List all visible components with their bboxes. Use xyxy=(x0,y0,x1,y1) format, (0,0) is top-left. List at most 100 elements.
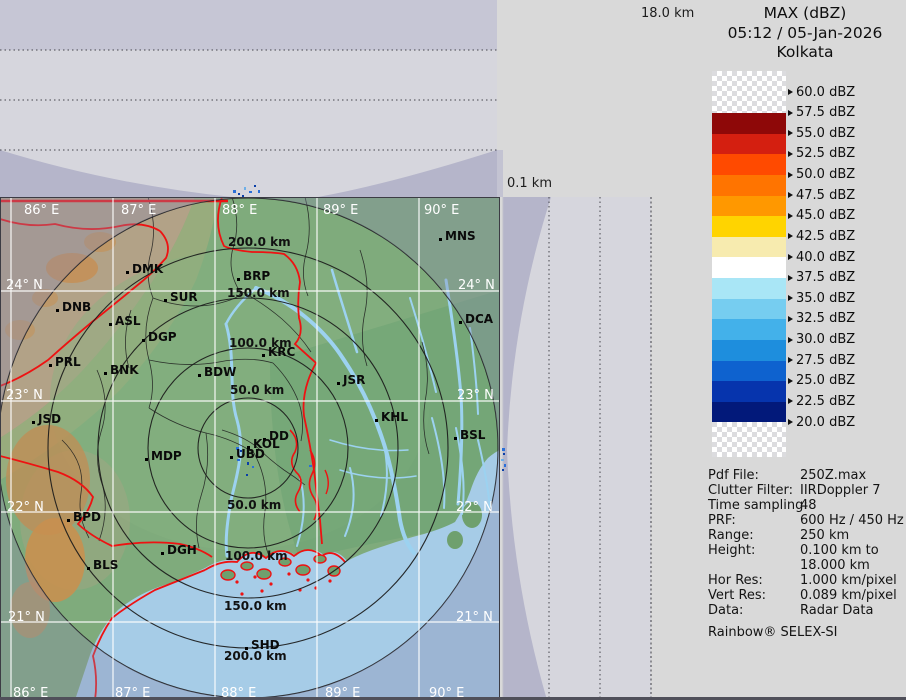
legend-label: 20.0 dBZ xyxy=(788,415,855,430)
legend-label-text: 45.0 dBZ xyxy=(796,208,855,223)
legend-color-block xyxy=(712,196,786,217)
legend-label-text: 30.0 dBZ xyxy=(796,332,855,347)
legend-color-block xyxy=(712,113,786,134)
legend-arrow-icon xyxy=(788,192,793,198)
legend-arrow-icon xyxy=(788,110,793,116)
metadata-value: 0.100 km to xyxy=(800,543,879,558)
legend-arrow-icon xyxy=(788,378,793,384)
software-brand: Rainbow® SELEX-SI xyxy=(708,625,904,640)
legend-label-text: 42.5 dBZ xyxy=(796,229,855,244)
legend-label-text: 40.0 dBZ xyxy=(796,250,855,265)
legend-label: 42.5 dBZ xyxy=(788,229,855,244)
metadata-row: Hor Res: 1.000 km/pixel xyxy=(708,573,904,588)
metadata-row: Height: 0.100 km to xyxy=(708,543,904,558)
legend-color-block xyxy=(712,361,786,382)
legend-label: 52.5 dBZ xyxy=(788,146,855,161)
legend-checker-bottom xyxy=(712,422,786,457)
legend-label: 47.5 dBZ xyxy=(788,188,855,203)
product-metadata: Pdf File: 250Z.max Clutter Filter: IIRDoppl… xyxy=(708,468,904,640)
radar-workstation-window: MNSDMKBRPSURDNBDCAASLDGPKRCPRLBNKBDWJSRK… xyxy=(0,0,906,700)
metadata-label: Pdf File: xyxy=(708,468,759,483)
legend-label: 32.5 dBZ xyxy=(788,311,855,326)
legend-color-block xyxy=(712,237,786,258)
legend-label: 60.0 dBZ xyxy=(788,85,855,100)
metadata-label: PRF: xyxy=(708,513,736,528)
legend-label: 57.5 dBZ xyxy=(788,105,855,120)
legend-arrow-icon xyxy=(788,357,793,363)
legend-arrow-icon xyxy=(788,398,793,404)
legend-arrow-icon xyxy=(788,254,793,260)
legend-arrow-icon xyxy=(788,213,793,219)
metadata-value: 0.089 km/pixel xyxy=(800,588,897,603)
legend-arrow-icon xyxy=(788,275,793,281)
product-datetime: 05:12 / 05-Jan-2026 xyxy=(700,24,906,44)
metadata-value: 250Z.max xyxy=(800,468,866,483)
legend-label: 35.0 dBZ xyxy=(788,291,855,306)
legend-label: 50.0 dBZ xyxy=(788,167,855,182)
legend-label: 45.0 dBZ xyxy=(788,208,855,223)
legend-arrow-icon xyxy=(788,89,793,95)
legend-label: 40.0 dBZ xyxy=(788,250,855,265)
legend-color-block xyxy=(712,381,786,402)
legend-color-block xyxy=(712,278,786,299)
metadata-label: Data: xyxy=(708,603,743,618)
legend-label-text: 32.5 dBZ xyxy=(796,311,855,326)
legend-color-scale xyxy=(712,71,786,457)
metadata-row: Clutter Filter: IIRDoppler 7 xyxy=(708,483,904,498)
legend-color-block xyxy=(712,216,786,237)
legend-label-text: 37.5 dBZ xyxy=(796,270,855,285)
map-canvas[interactable] xyxy=(0,197,500,700)
legend-color-block xyxy=(712,154,786,175)
metadata-row: Pdf File: 250Z.max xyxy=(708,468,904,483)
legend-label-text: 22.5 dBZ xyxy=(796,394,855,409)
legend-arrow-icon xyxy=(788,295,793,301)
metadata-value: 48 xyxy=(800,498,817,513)
legend-color-block xyxy=(712,257,786,278)
metadata-label: Vert Res: xyxy=(708,588,766,603)
station-name: Kolkata xyxy=(700,43,906,63)
metadata-label: Time sampling: xyxy=(708,498,808,513)
metadata-row: Range:250 km xyxy=(708,528,904,543)
legend-color-block xyxy=(712,299,786,320)
legend-label-text: 27.5 dBZ xyxy=(796,353,855,368)
legend-label-text: 47.5 dBZ xyxy=(796,188,855,203)
metadata-value: 250 km xyxy=(800,528,849,543)
metadata-value: IIRDoppler 7 xyxy=(800,483,881,498)
top-projection-strip xyxy=(0,0,497,197)
legend-color-block xyxy=(712,402,786,423)
legend-label-text: 35.0 dBZ xyxy=(796,291,855,306)
legend-label: 27.5 dBZ xyxy=(788,353,855,368)
legend-checker-top xyxy=(712,71,786,113)
legend-arrow-icon xyxy=(788,130,793,136)
legend-label: 25.0 dBZ xyxy=(788,373,855,388)
legend-label-text: 25.0 dBZ xyxy=(796,373,855,388)
legend-arrow-icon xyxy=(788,337,793,343)
legend-labels: 60.0 dBZ 57.5 dBZ 55.0 dBZ 52.5 dBZ 50.0 dBZ… xyxy=(788,71,898,457)
metadata-row: Data: Radar Data xyxy=(708,603,904,618)
side-projection-strip xyxy=(497,150,651,700)
legend-label-text: 50.0 dBZ xyxy=(796,167,855,182)
legend-arrow-icon xyxy=(788,316,793,322)
metadata-label: Clutter Filter: xyxy=(708,483,793,498)
legend-label: 37.5 dBZ xyxy=(788,270,855,285)
legend-color-block xyxy=(712,319,786,340)
legend-color-block xyxy=(712,134,786,155)
legend-label: 30.0 dBZ xyxy=(788,332,855,347)
legend-color-block xyxy=(712,340,786,361)
legend-label-text: 55.0 dBZ xyxy=(796,126,855,141)
legend-label-text: 60.0 dBZ xyxy=(796,85,855,100)
legend-arrow-icon xyxy=(788,151,793,157)
legend-arrow-icon xyxy=(788,419,793,425)
legend-color-block xyxy=(712,175,786,196)
metadata-row: Time sampling:48 xyxy=(708,498,904,513)
metadata-rows: Pdf File: 250Z.max Clutter Filter: IIRDoppl… xyxy=(708,468,904,618)
legend-arrow-icon xyxy=(788,233,793,239)
metadata-label: Hor Res: xyxy=(708,573,763,588)
metadata-label: Height: xyxy=(708,543,755,558)
product-title-block: MAX (dBZ) 05:12 / 05-Jan-2026 Kolkata xyxy=(700,4,906,63)
metadata-value: 1.000 km/pixel xyxy=(800,573,897,588)
metadata-value: 600 Hz / 450 Hz xyxy=(800,513,904,528)
metadata-row: PRF: 600 Hz / 450 Hz xyxy=(708,513,904,528)
metadata-value: Radar Data xyxy=(800,603,873,618)
legend-arrow-icon xyxy=(788,172,793,178)
